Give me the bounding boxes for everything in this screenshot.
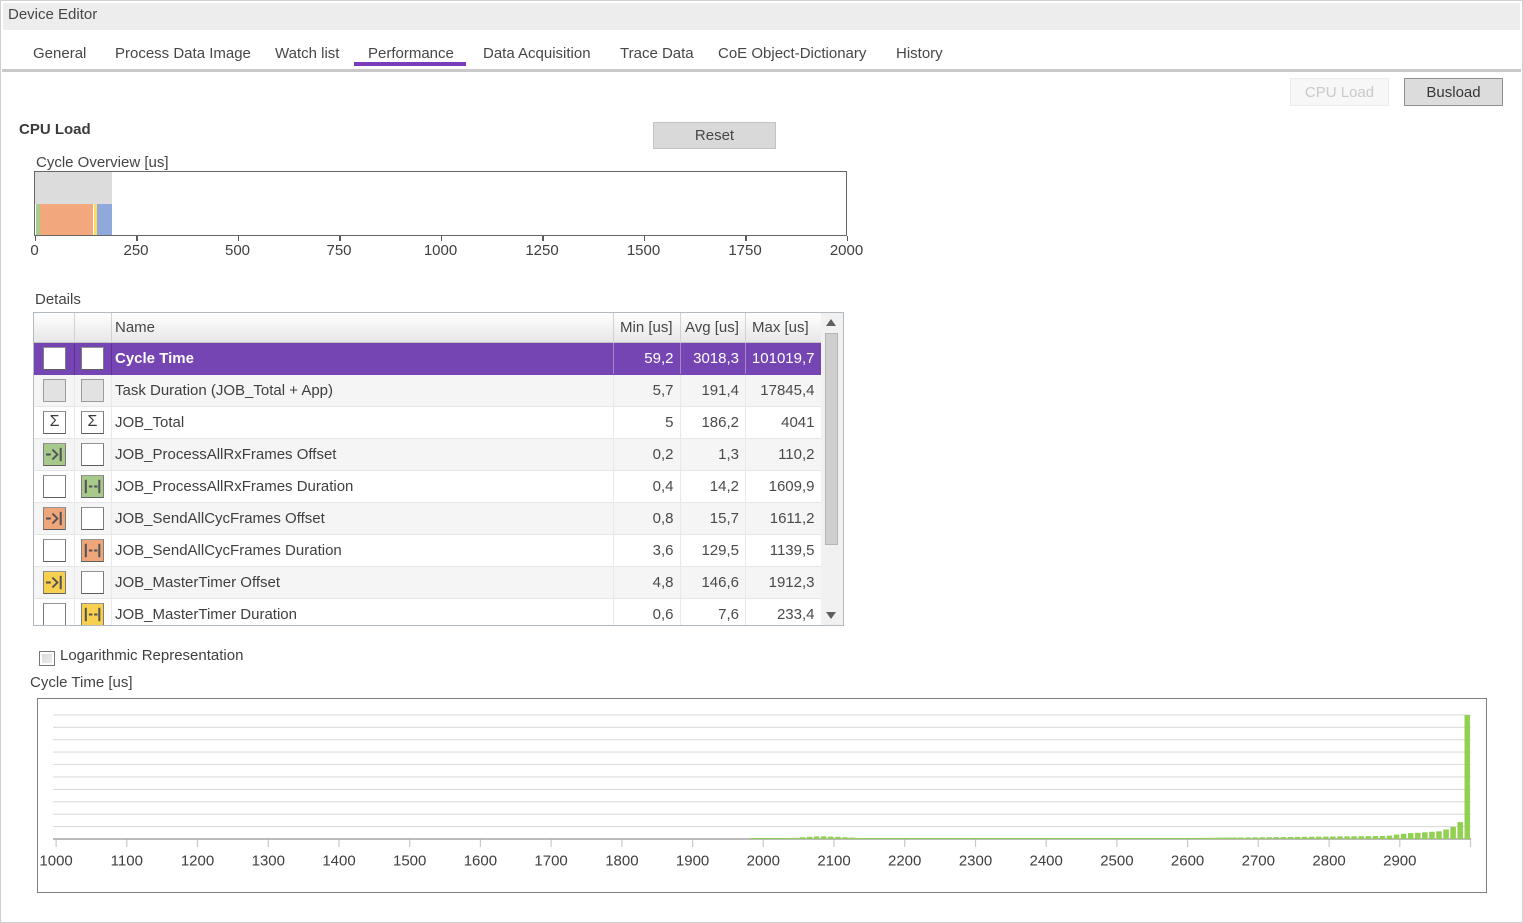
svg-text:1800: 1800 xyxy=(605,853,638,870)
svg-text:1200: 1200 xyxy=(181,853,214,870)
svg-text:2800: 2800 xyxy=(1312,853,1345,870)
svg-text:1700: 1700 xyxy=(534,853,567,870)
svg-text:1000: 1000 xyxy=(39,853,72,870)
svg-text:1600: 1600 xyxy=(464,853,497,870)
svg-text:2200: 2200 xyxy=(888,853,921,870)
svg-text:2400: 2400 xyxy=(1030,853,1063,870)
svg-text:2700: 2700 xyxy=(1242,853,1275,870)
svg-text:2000: 2000 xyxy=(747,853,780,870)
svg-text:2500: 2500 xyxy=(1100,853,1133,870)
svg-text:2100: 2100 xyxy=(817,853,850,870)
svg-text:2300: 2300 xyxy=(959,853,992,870)
svg-text:1300: 1300 xyxy=(252,853,285,870)
svg-text:2600: 2600 xyxy=(1171,853,1204,870)
svg-text:1100: 1100 xyxy=(111,853,143,870)
svg-text:1400: 1400 xyxy=(322,853,355,870)
svg-text:1900: 1900 xyxy=(676,853,709,870)
svg-text:1500: 1500 xyxy=(393,853,426,870)
svg-text:2900: 2900 xyxy=(1383,853,1416,870)
